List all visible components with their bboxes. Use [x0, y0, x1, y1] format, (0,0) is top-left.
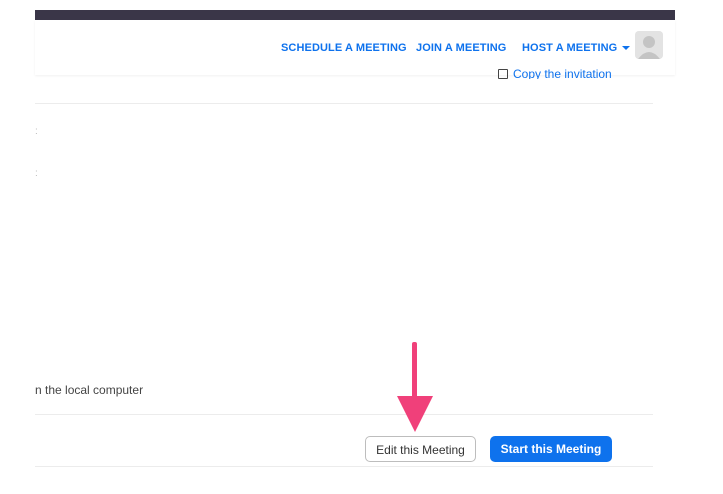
top-dark-bar — [35, 10, 675, 20]
edit-meeting-button[interactable]: Edit this Meeting — [365, 436, 476, 462]
copy-icon — [498, 69, 508, 79]
user-avatar[interactable] — [635, 31, 663, 59]
schedule-meeting-link[interactable]: SCHEDULE A MEETING — [281, 42, 407, 54]
host-meeting-label: HOST A MEETING — [522, 42, 618, 54]
navigation-bar: SCHEDULE A MEETING JOIN A MEETING HOST A… — [35, 20, 675, 75]
join-meeting-link[interactable]: JOIN A MEETING — [416, 42, 506, 54]
host-meeting-dropdown[interactable]: HOST A MEETING — [522, 42, 631, 54]
record-location-text: n the local computer — [35, 383, 144, 397]
cropped-fragment: : — [35, 168, 38, 179]
cropped-fragment: : — [35, 126, 38, 137]
arrow-down-icon — [397, 342, 433, 432]
copy-invitation-link[interactable]: Copy the invitation — [498, 68, 612, 79]
user-avatar-icon — [635, 31, 663, 59]
chevron-down-icon — [622, 46, 631, 51]
start-meeting-button[interactable]: Start this Meeting — [490, 436, 612, 462]
divider — [35, 466, 653, 467]
copy-invitation-label: Copy the invitation — [513, 68, 612, 79]
divider — [35, 414, 653, 415]
divider — [35, 103, 653, 104]
